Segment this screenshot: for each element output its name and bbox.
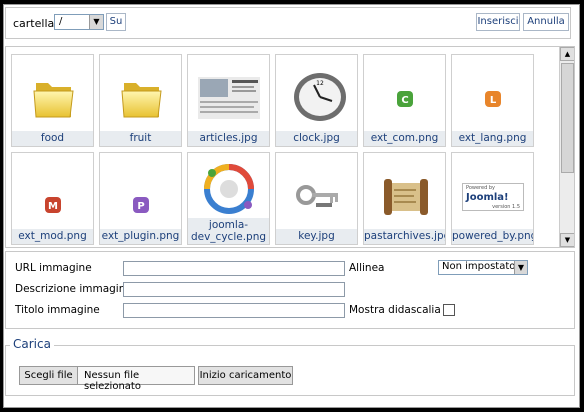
- gallery-item-ext-com[interactable]: C ext_com.png: [363, 54, 446, 147]
- plugin-badge-icon: P: [133, 197, 149, 213]
- show-caption-label: Mostra didascalia: [349, 304, 441, 316]
- gallery-item-food[interactable]: food: [11, 54, 94, 147]
- gallery-item-ext-lang[interactable]: L ext_lang.png: [451, 54, 534, 147]
- chevron-down-icon: ▼: [89, 15, 103, 29]
- folder-toolbar: cartella / ▼ Su Inserisci Annulla: [5, 7, 571, 39]
- gallery-item-label: articles.jpg: [188, 131, 269, 146]
- url-label: URL immagine: [15, 262, 92, 274]
- cancel-button[interactable]: Annulla: [523, 13, 569, 31]
- gallery-item-key[interactable]: key.jpg: [275, 152, 358, 245]
- image-gallery: food fruit articles.jpg 12 clock.jpg C e…: [5, 46, 575, 248]
- gallery-item-articles[interactable]: articles.jpg: [187, 54, 270, 147]
- title-input[interactable]: [123, 303, 345, 318]
- folder-label: cartella: [13, 17, 55, 30]
- svg-text:M: M: [48, 201, 58, 212]
- svg-text:12: 12: [316, 80, 324, 87]
- url-input[interactable]: [123, 261, 345, 276]
- svg-text:L: L: [490, 95, 497, 106]
- gallery-item-label: pastarchives.jpg: [364, 229, 445, 244]
- gallery-item-fruit[interactable]: fruit: [99, 54, 182, 147]
- align-label: Allinea: [349, 262, 385, 274]
- scroll-up-icon[interactable]: ▲: [560, 47, 574, 61]
- gallery-item-label: fruit: [100, 131, 181, 146]
- gallery-item-ext-plugin[interactable]: P ext_plugin.png: [99, 152, 182, 245]
- gallery-scrollbar[interactable]: ▲ ▼: [559, 47, 574, 247]
- gallery-item-clock[interactable]: 12 clock.jpg: [275, 54, 358, 147]
- file-status-text: Nessun file selezionato: [84, 370, 141, 392]
- insert-button[interactable]: Inserisci: [476, 13, 520, 31]
- svg-text:P: P: [137, 201, 144, 212]
- cycle-diagram-thumbnail: [204, 164, 254, 214]
- show-caption-checkbox[interactable]: [443, 304, 455, 316]
- align-select[interactable]: Non impostato ▼: [438, 260, 528, 275]
- start-upload-button[interactable]: Inizio caricamento: [198, 366, 293, 385]
- chevron-down-icon: ▼: [514, 261, 527, 274]
- gallery-item-label: ext_mod.png: [12, 229, 93, 244]
- folder-select[interactable]: / ▼: [54, 14, 104, 30]
- scrollbar-thumb[interactable]: [561, 63, 574, 173]
- gallery-item-label: powered_by.png: [452, 229, 533, 244]
- clock-thumbnail: 12: [294, 73, 346, 121]
- module-badge-icon: M: [45, 197, 61, 213]
- svg-text:C: C: [401, 95, 408, 106]
- gallery-item-pastarchives[interactable]: pastarchives.jpg: [363, 152, 446, 245]
- language-badge-icon: L: [485, 91, 501, 107]
- upload-legend: Carica: [10, 337, 54, 351]
- folder-icon: [121, 83, 162, 118]
- title-label: Titolo immagine: [15, 304, 100, 316]
- folder-icon: [33, 83, 74, 118]
- gallery-item-ext-mod[interactable]: M ext_mod.png: [11, 152, 94, 245]
- gallery-item-joomla-dev-cycle[interactable]: joomla- dev_cycle.png: [187, 152, 270, 245]
- joomla-logo: Powered by Joomla! version 1.5: [462, 183, 524, 211]
- key-thumbnail: [296, 185, 338, 207]
- gallery-item-label: clock.jpg: [276, 131, 357, 146]
- scroll-down-icon[interactable]: ▼: [560, 233, 574, 247]
- gallery-item-label: ext_lang.png: [452, 131, 533, 146]
- gallery-item-label: food: [12, 131, 93, 146]
- newspaper-thumbnail: [198, 77, 260, 119]
- gallery-item-label: ext_com.png: [364, 131, 445, 146]
- description-label: Descrizione immagine: [15, 283, 132, 295]
- image-properties-form: URL immagine Descrizione immagine Titolo…: [5, 251, 575, 329]
- gallery-item-powered-by[interactable]: Powered by Joomla! version 1.5 powered_b…: [451, 152, 534, 245]
- gallery-item-label: key.jpg: [276, 229, 357, 244]
- file-input[interactable]: Scegli file Nessun file selezionato: [19, 366, 195, 392]
- align-select-value: Non impostato: [442, 261, 516, 272]
- scroll-thumbnail: [384, 179, 428, 215]
- gallery-item-label: ext_plugin.png: [100, 229, 181, 244]
- choose-file-button[interactable]: Scegli file: [20, 367, 78, 384]
- up-folder-button[interactable]: Su: [106, 13, 126, 31]
- gallery-item-label: joomla- dev_cycle.png: [188, 218, 269, 244]
- folder-select-value: /: [59, 16, 63, 27]
- component-badge-icon: C: [397, 91, 413, 107]
- description-input[interactable]: [123, 282, 345, 297]
